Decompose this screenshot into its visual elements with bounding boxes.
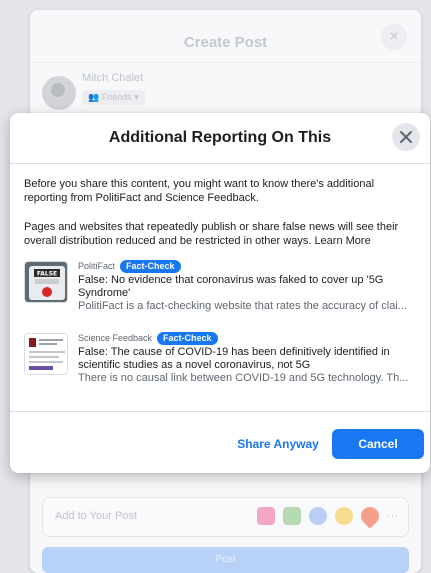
more-icon[interactable]: ··· [387,507,398,525]
item-content: PolitiFact Fact-Check False: No evidence… [78,259,420,313]
explanation-text: There is no causal link between COVID-19… [78,372,409,384]
share-anyway-button[interactable]: Share Anyway [232,429,324,459]
policy-text: Pages and websites that repeatedly publi… [24,220,416,248]
fact-check-item[interactable]: Science Feedback Fact-Check False: The c… [24,331,420,391]
fact-check-item[interactable]: FALSE PolitiFact Fact-Check False: No ev… [24,259,420,319]
avatar [42,76,76,110]
item-content: Science Feedback Fact-Check False: The c… [78,331,420,385]
close-icon [400,131,412,143]
claim-text: False: The cause of COVID-19 has been de… [78,346,390,371]
source-row: PolitiFact Fact-Check [78,259,420,273]
cancel-button[interactable]: Cancel [332,429,424,459]
learn-more-link[interactable]: Learn More [314,235,370,247]
close-button[interactable] [392,123,420,151]
dialog-title: Additional Reporting On This [108,129,332,146]
dialog-header: Additional Reporting On This [10,113,430,163]
header-divider [10,163,430,164]
add-to-post-bar: Add to Your Post ··· [42,497,409,537]
create-post-title: Create Post [183,34,268,51]
intro-text: Before you share this content, you might… [24,178,375,204]
claim-text: False: No evidence that coronavirus was … [78,274,384,299]
explanation-text: PolitiFact is a fact-checking website th… [78,300,407,312]
create-post-close-icon[interactable]: × [381,24,407,50]
politifact-thumbnail: FALSE [24,261,68,303]
additional-reporting-dialog: Additional Reporting On This Before you … [10,113,430,473]
feeling-icon[interactable] [335,507,353,525]
source-name: PolitiFact [78,261,116,271]
fact-check-badge: Fact-Check [157,331,218,345]
fact-check-badge: Fact-Check [120,259,181,273]
add-to-post-icons: ··· [257,503,398,529]
create-post-divider [30,62,421,63]
add-to-post-label: Add to Your Post [55,510,137,522]
source-row: Science Feedback Fact-Check [78,331,420,345]
user-name: Mitch Chalet [82,72,144,84]
audience-selector[interactable]: 👥 Friends ▾ [82,90,145,105]
post-button[interactable]: Post [42,547,409,573]
location-icon[interactable] [357,503,383,529]
science-feedback-thumbnail [24,333,68,375]
false-meter-label: FALSE [37,271,57,278]
video-icon[interactable] [257,507,275,525]
source-name: Science Feedback [78,333,153,343]
footer-divider [10,411,430,412]
tag-people-icon[interactable] [309,507,327,525]
photo-icon[interactable] [283,507,301,525]
